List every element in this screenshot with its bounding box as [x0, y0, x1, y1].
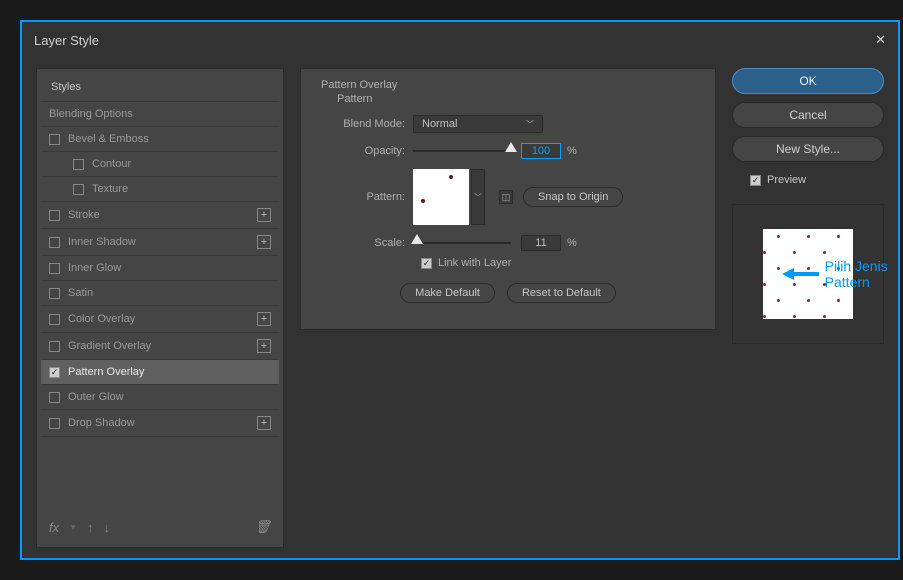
fx-menu-icon[interactable]: fx: [49, 520, 59, 535]
ok-button[interactable]: OK: [732, 68, 884, 94]
trash-icon[interactable]: 🗑: [254, 519, 271, 535]
plus-icon[interactable]: +: [257, 208, 271, 222]
make-default-button[interactable]: Make Default: [400, 283, 495, 303]
new-preset-icon[interactable]: ◫: [499, 190, 513, 204]
checkbox[interactable]: [49, 367, 60, 378]
scale-label: Scale:: [321, 237, 413, 249]
style-row-bevel[interactable]: Bevel & Emboss: [41, 127, 279, 152]
settings-subheader: Pattern: [337, 93, 695, 105]
style-row-blending[interactable]: Blending Options: [41, 102, 279, 127]
right-panel: OK Cancel New Style... Preview: [732, 68, 884, 548]
settings-panel: Pattern Overlay Pattern Blend Mode: Norm…: [300, 68, 716, 330]
checkbox[interactable]: [73, 184, 84, 195]
style-row-innerglow[interactable]: Inner Glow: [41, 256, 279, 281]
scale-unit: %: [567, 237, 577, 249]
style-row-dropshadow[interactable]: Drop Shadow +: [41, 410, 279, 437]
close-icon[interactable]: ✕: [875, 32, 886, 48]
checkbox[interactable]: [49, 237, 60, 248]
opacity-slider[interactable]: [413, 144, 511, 158]
chevron-down-icon[interactable]: ▼: [69, 523, 77, 532]
style-row-stroke[interactable]: Stroke +: [41, 202, 279, 229]
style-label: Pattern Overlay: [68, 366, 144, 378]
style-row-gradientoverlay[interactable]: Gradient Overlay +: [41, 333, 279, 360]
reset-default-button[interactable]: Reset to Default: [507, 283, 616, 303]
blend-mode-value: Normal: [422, 118, 457, 130]
opacity-input[interactable]: [521, 143, 561, 159]
plus-icon[interactable]: +: [257, 312, 271, 326]
plus-icon[interactable]: +: [257, 416, 271, 430]
opacity-unit: %: [567, 145, 577, 157]
checkbox[interactable]: [49, 418, 60, 429]
plus-icon[interactable]: +: [257, 235, 271, 249]
style-label: Outer Glow: [68, 391, 124, 403]
style-row-satin[interactable]: Satin: [41, 281, 279, 306]
cancel-button[interactable]: Cancel: [732, 102, 884, 128]
checkbox[interactable]: [49, 288, 60, 299]
new-style-button[interactable]: New Style...: [732, 136, 884, 162]
style-label: Texture: [92, 183, 128, 195]
style-label: Contour: [92, 158, 131, 170]
pattern-dropdown[interactable]: ﹀: [471, 169, 485, 225]
blend-mode-label: Blend Mode:: [321, 118, 413, 130]
plus-icon[interactable]: +: [257, 339, 271, 353]
preview-label: Preview: [767, 174, 806, 186]
style-label: Blending Options: [49, 108, 133, 120]
link-label: Link with Layer: [438, 257, 511, 269]
checkbox[interactable]: [73, 159, 84, 170]
checkbox[interactable]: [49, 210, 60, 221]
style-row-coloroverlay[interactable]: Color Overlay +: [41, 306, 279, 333]
style-row-texture[interactable]: Texture: [41, 177, 279, 202]
arrow-up-icon[interactable]: ↑: [87, 520, 94, 535]
scale-slider[interactable]: [413, 236, 511, 250]
checkbox[interactable]: [49, 341, 60, 352]
pattern-swatch[interactable]: [413, 169, 469, 225]
checkbox[interactable]: [49, 263, 60, 274]
preview-swatch: [763, 229, 853, 319]
chevron-down-icon: ﹀: [526, 119, 534, 130]
styles-header: Styles: [41, 73, 279, 102]
preview-box: [732, 204, 884, 344]
opacity-label: Opacity:: [321, 145, 413, 157]
snap-to-origin-button[interactable]: Snap to Origin: [523, 187, 623, 207]
style-label: Gradient Overlay: [68, 340, 151, 352]
style-label: Satin: [68, 287, 93, 299]
styles-panel: Styles Blending Options Bevel & Emboss C…: [36, 68, 284, 548]
settings-header: Pattern Overlay: [321, 79, 695, 91]
style-label: Bevel & Emboss: [68, 133, 149, 145]
style-label: Stroke: [68, 209, 100, 221]
titlebar: Layer Style ✕: [22, 22, 898, 58]
style-label: Inner Glow: [68, 262, 121, 274]
preview-checkbox[interactable]: [750, 175, 761, 186]
styles-footer: fx ▼ ↑ ↓ 🗑: [41, 511, 279, 543]
style-row-contour[interactable]: Contour: [41, 152, 279, 177]
arrow-down-icon[interactable]: ↓: [104, 520, 111, 535]
checkbox[interactable]: [49, 314, 60, 325]
checkbox[interactable]: [49, 134, 60, 145]
window-title: Layer Style: [34, 33, 99, 48]
style-row-patternoverlay[interactable]: Pattern Overlay: [41, 360, 279, 385]
style-row-innershadow[interactable]: Inner Shadow +: [41, 229, 279, 256]
style-label: Drop Shadow: [68, 417, 135, 429]
link-checkbox[interactable]: [421, 258, 432, 269]
blend-mode-select[interactable]: Normal ﹀: [413, 115, 543, 133]
checkbox[interactable]: [49, 392, 60, 403]
style-row-outerglow[interactable]: Outer Glow: [41, 385, 279, 410]
style-label: Color Overlay: [68, 313, 135, 325]
style-label: Inner Shadow: [68, 236, 136, 248]
pattern-label: Pattern:: [321, 191, 413, 203]
scale-input[interactable]: [521, 235, 561, 251]
